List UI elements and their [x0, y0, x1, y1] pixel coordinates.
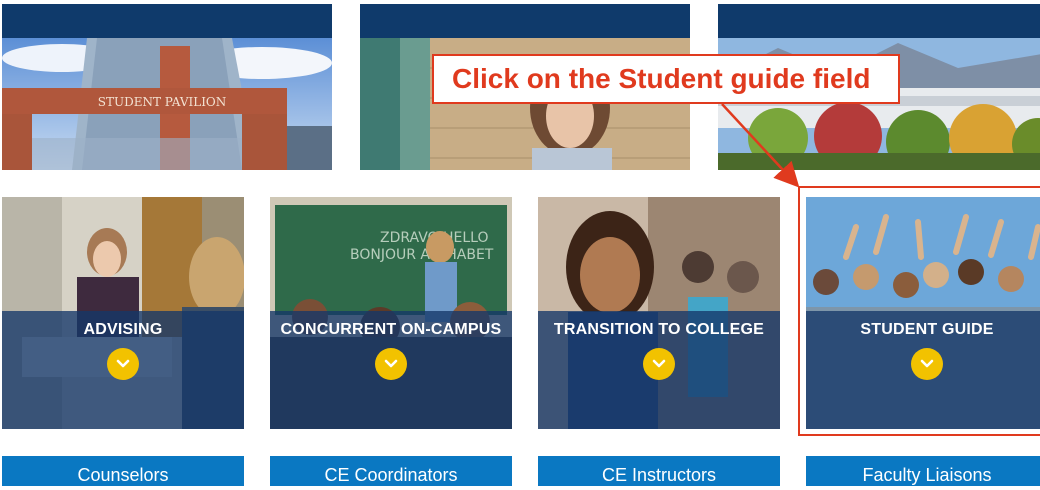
instruction-callout: Click on the Student guide field	[432, 54, 900, 104]
